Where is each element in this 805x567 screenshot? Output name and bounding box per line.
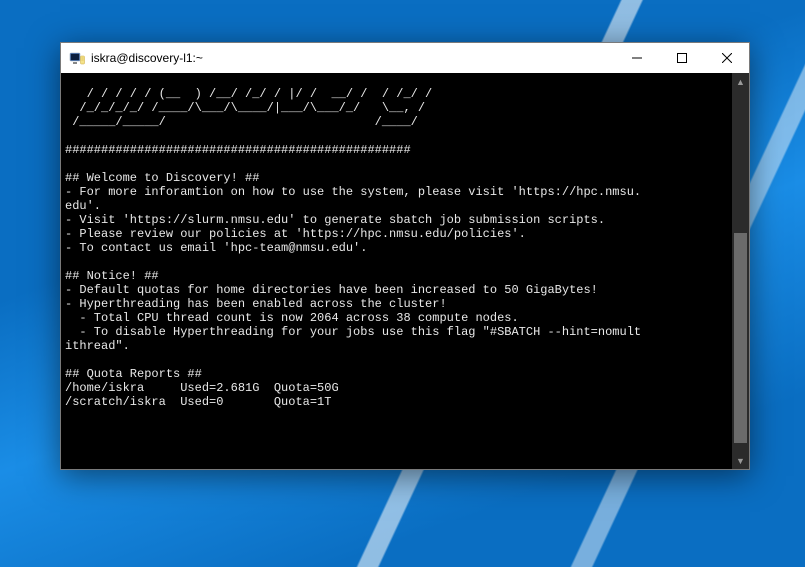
- terminal-scrollbar[interactable]: ▲ ▼: [732, 73, 749, 469]
- window-buttons: [614, 43, 749, 73]
- close-button[interactable]: [704, 43, 749, 73]
- minimize-button[interactable]: [614, 43, 659, 73]
- putty-icon: [69, 50, 85, 66]
- window-title: iskra@discovery-l1:~: [91, 51, 614, 65]
- scroll-down-arrow[interactable]: ▼: [732, 452, 749, 469]
- terminal-area: / / / / / (__ ) /__/ /_/ / |/ / __/ / / …: [61, 73, 749, 469]
- scroll-thumb[interactable]: [734, 233, 747, 443]
- terminal-output[interactable]: / / / / / (__ ) /__/ /_/ / |/ / __/ / / …: [61, 85, 732, 457]
- putty-window: iskra@discovery-l1:~ / / / / / (__ ) /__…: [60, 42, 750, 470]
- titlebar[interactable]: iskra@discovery-l1:~: [61, 43, 749, 73]
- desktop-background: iskra@discovery-l1:~ / / / / / (__ ) /__…: [0, 0, 805, 567]
- maximize-button[interactable]: [659, 43, 704, 73]
- scroll-up-arrow[interactable]: ▲: [732, 73, 749, 90]
